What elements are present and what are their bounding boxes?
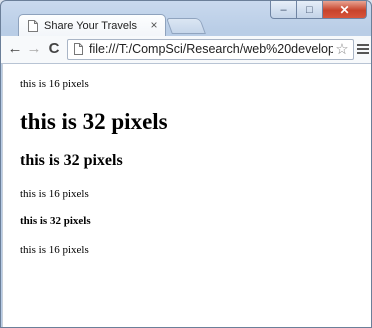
close-window-button[interactable]: ✕ (323, 1, 367, 19)
title-bar: Share Your Travels × – □ ✕ (1, 1, 371, 37)
page-viewport: this is 16 pixels this is 32 pixels this… (2, 64, 371, 327)
paragraph-16px-3: this is 16 pixels (20, 244, 89, 256)
browser-window: Share Your Travels × – □ ✕ ← → C file://… (0, 0, 372, 328)
star-icon[interactable]: ☆ (333, 40, 351, 59)
forward-icon[interactable]: → (25, 40, 43, 58)
tab-share-your-travels[interactable]: Share Your Travels × (18, 14, 166, 37)
tab-title: Share Your Travels (44, 20, 137, 32)
reload-icon[interactable]: C (45, 40, 63, 58)
paragraph-16px: this is 16 pixels (20, 78, 89, 90)
window-controls: – □ ✕ (270, 1, 367, 20)
maximize-button[interactable]: □ (297, 1, 323, 19)
minimize-button[interactable]: – (270, 1, 297, 19)
page-icon (74, 43, 83, 55)
menu-icon[interactable] (357, 42, 369, 56)
page-icon (28, 20, 38, 32)
heading-4: this is 32 pixels (20, 215, 91, 227)
new-tab-button[interactable] (166, 18, 206, 34)
browser-toolbar: ← → C file:///T:/CompSci/Research/web%20… (1, 36, 371, 64)
heading-1: this is 32 pixels (20, 109, 168, 134)
back-icon[interactable]: ← (6, 40, 24, 58)
heading-2: this is 32 pixels (20, 152, 123, 169)
url-text[interactable]: file:///T:/CompSci/Research/web%20develo… (89, 42, 335, 56)
address-bar[interactable]: file:///T:/CompSci/Research/web%20develo… (67, 39, 354, 60)
close-tab-icon[interactable]: × (147, 17, 161, 33)
paragraph-16px-2: this is 16 pixels (20, 188, 89, 200)
